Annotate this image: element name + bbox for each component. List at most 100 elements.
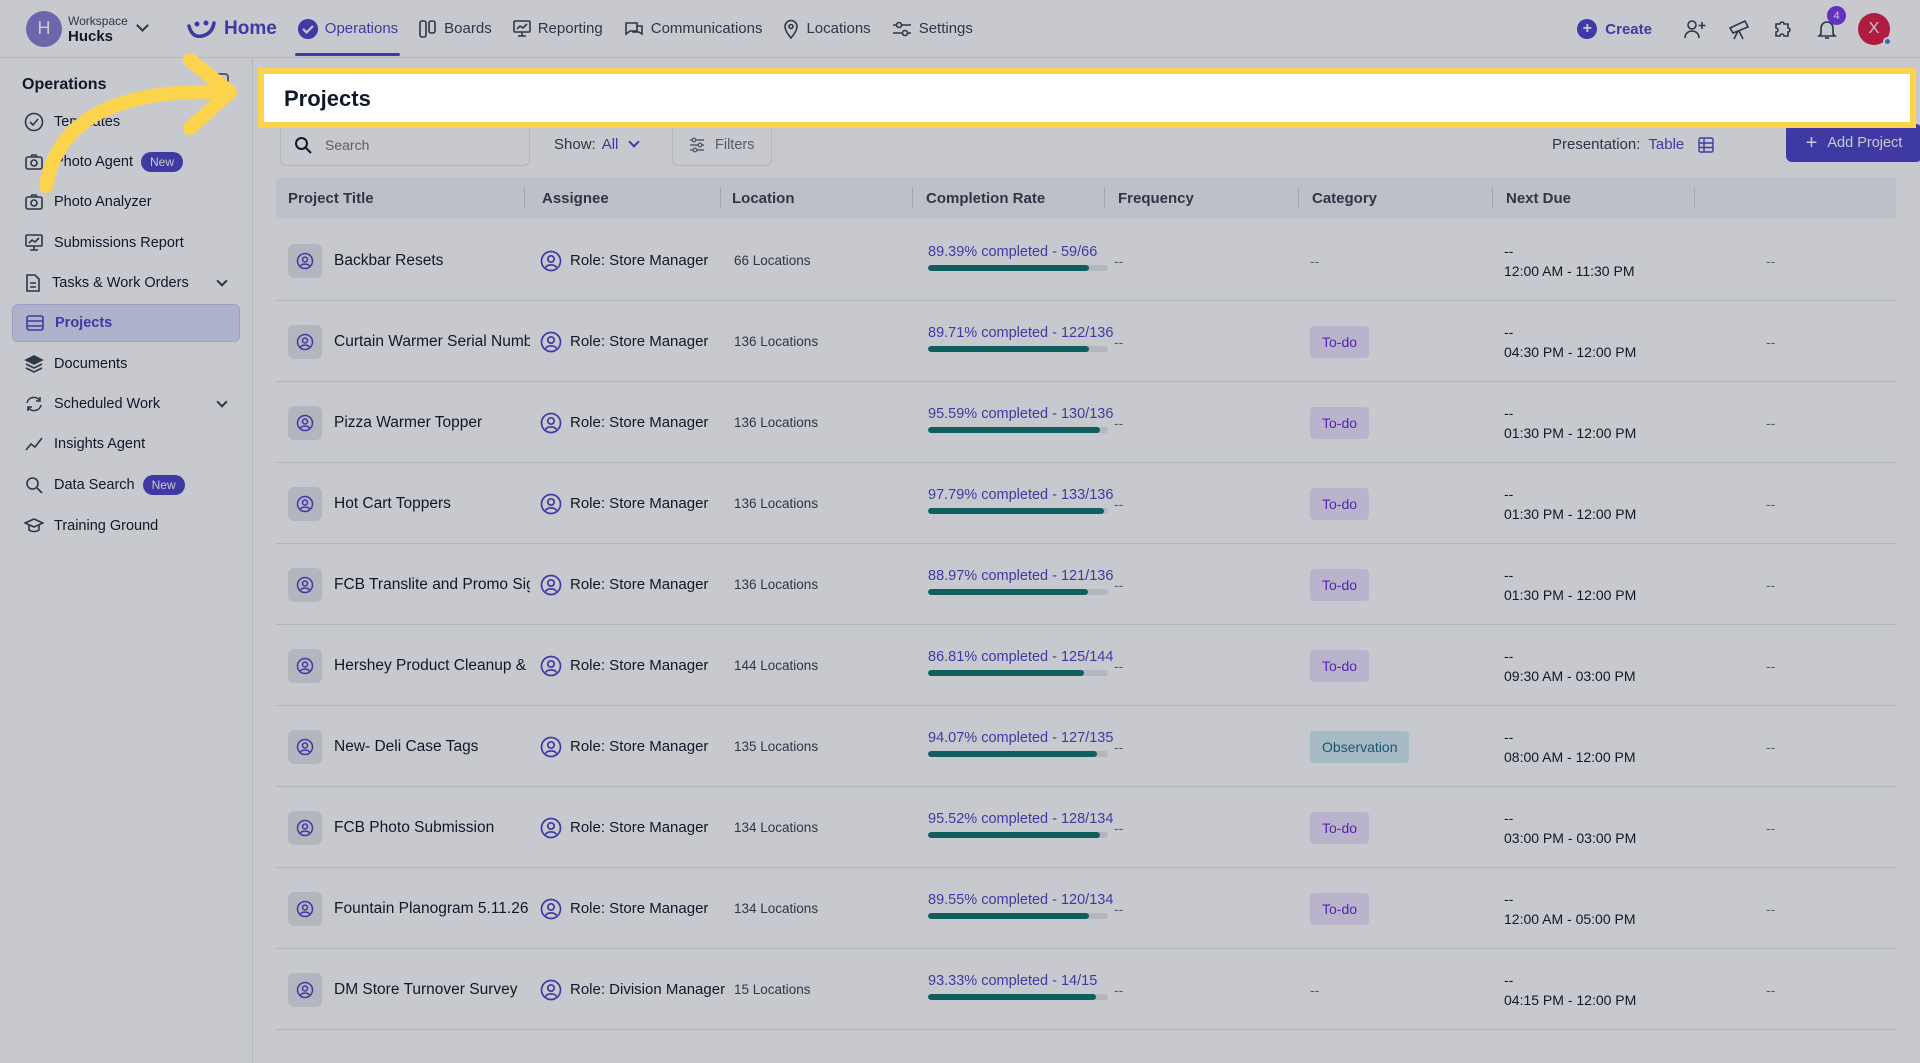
user-avatar[interactable]: X <box>1858 13 1892 46</box>
category-tag: To-do <box>1310 892 1370 925</box>
table-row[interactable]: Fountain Planogram 5.11.26 Role: Store Ma… <box>276 868 1896 949</box>
sidebar-item-training-ground[interactable]: Training Ground <box>12 507 240 545</box>
project-title: Pizza Warmer Topper <box>334 413 483 431</box>
create-button[interactable]: + Create <box>1577 19 1652 39</box>
assignee-cell: Role: Store Manager <box>540 463 708 544</box>
location-cell[interactable]: 136 Locations <box>734 463 818 544</box>
column-header-completion-rate[interactable]: Completion Rate <box>914 177 1104 219</box>
column-header-assignee[interactable]: Assignee <box>530 177 720 219</box>
table-row[interactable]: Pizza Warmer Topper Role: Store Manager 13… <box>276 382 1896 463</box>
category-tag: To-do <box>1310 487 1370 520</box>
location-cell[interactable]: 134 Locations <box>734 868 818 949</box>
completion-cell[interactable]: 89.71% completed - 122/136 <box>928 301 1113 382</box>
add-user-icon[interactable] <box>1682 16 1708 42</box>
location-cell[interactable]: 136 Locations <box>734 382 818 463</box>
top-navigation-bar: H Workspace Hucks Home Operations Boards… <box>0 0 1920 58</box>
extra-value: -- <box>1766 333 1776 350</box>
category-tag: To-do <box>1310 649 1370 682</box>
column-header-location[interactable]: Location <box>720 177 918 219</box>
project-title-cell[interactable]: Backbar Resets <box>288 220 530 301</box>
next-due-cell: -- 01:30 PM - 12:00 PM <box>1504 382 1636 463</box>
table-row[interactable]: Hershey Product Cleanup & Role: Store Man… <box>276 625 1896 706</box>
completion-cell[interactable]: 93.33% completed - 14/15 <box>928 949 1113 1030</box>
project-title-cell[interactable]: Pizza Warmer Topper <box>288 382 530 463</box>
project-title-cell[interactable]: Hot Cart Toppers <box>288 463 530 544</box>
completion-cell[interactable]: 95.59% completed - 130/136 <box>928 382 1113 463</box>
location-cell[interactable]: 144 Locations <box>734 625 818 706</box>
telescope-icon[interactable] <box>1726 16 1752 42</box>
project-title-cell[interactable]: Fountain Planogram 5.11.26 <box>288 868 530 949</box>
project-title-cell[interactable]: FCB Photo Submission <box>288 787 530 868</box>
completion-cell[interactable]: 89.55% completed - 120/134 <box>928 868 1113 949</box>
table-row[interactable]: FCB Photo Submission Role: Store Manager 1… <box>276 787 1896 868</box>
workspace-switcher[interactable]: H Workspace Hucks <box>26 10 156 47</box>
column-header-next-due[interactable]: Next Due <box>1494 177 1694 219</box>
assignee-text: Role: Store Manager <box>570 414 709 431</box>
nav-boards[interactable]: Boards <box>408 0 502 58</box>
nav-boards-label: Boards <box>444 20 492 37</box>
add-project-button[interactable]: + Add Project <box>1786 124 1920 162</box>
completion-cell[interactable]: 94.07% completed - 127/135 <box>928 706 1113 787</box>
location-cell[interactable]: 136 Locations <box>734 544 818 625</box>
frequency-value: -- <box>1114 900 1124 917</box>
nav-locations[interactable]: Locations <box>772 0 880 58</box>
sidebar-item-submissions-report[interactable]: Submissions Report <box>12 224 240 262</box>
sidebar-item-scheduled-work[interactable]: Scheduled Work <box>12 385 240 423</box>
plus-icon: + <box>1805 131 1818 154</box>
show-filter[interactable]: Show: All <box>554 136 641 153</box>
column-header-project-title[interactable]: Project Title <box>276 177 524 219</box>
frequency-cell: -- <box>1114 463 1123 544</box>
table-row[interactable]: New- Deli Case Tags Role: Store Manager 13… <box>276 706 1896 787</box>
workspace-name: Hucks <box>68 27 114 45</box>
sidebar-item-insights-agent[interactable]: Insights Agent <box>12 425 240 463</box>
completion-cell[interactable]: 97.79% completed - 133/136 <box>928 463 1113 544</box>
table-row[interactable]: Backbar Resets Role: Store Manager 66 Loca… <box>276 220 1896 301</box>
sidebar-item-tasks-work-orders[interactable]: Tasks & Work Orders <box>12 264 240 302</box>
sidebar-item-projects[interactable]: Projects <box>12 304 240 342</box>
table-row[interactable]: Curtain Warmer Serial Numb Role: Store Ma… <box>276 301 1896 382</box>
completion-cell[interactable]: 86.81% completed - 125/144 <box>928 625 1113 706</box>
location-cell[interactable]: 135 Locations <box>734 706 818 787</box>
project-title-cell[interactable]: Hershey Product Cleanup & <box>288 625 530 706</box>
completion-cell[interactable]: 89.39% completed - 59/66 <box>928 220 1113 301</box>
sidebar-item-data-search[interactable]: Data Search New <box>12 466 240 504</box>
location-cell[interactable]: 15 Locations <box>734 949 811 1030</box>
bell-icon[interactable]: 4 <box>1814 6 1846 42</box>
completion-progress-fill <box>928 589 1089 595</box>
filters-button[interactable]: Filters <box>672 124 772 166</box>
location-cell[interactable]: 136 Locations <box>734 301 818 382</box>
search-box[interactable] <box>280 124 530 166</box>
location-count: 136 Locations <box>734 577 819 592</box>
location-cell[interactable]: 134 Locations <box>734 787 818 868</box>
assignee-text: Role: Store Manager <box>570 333 709 350</box>
completion-cell[interactable]: 95.52% completed - 128/134 <box>928 787 1113 868</box>
user-circle-icon <box>540 655 562 676</box>
notification-count-badge: 4 <box>1827 6 1846 25</box>
table-row[interactable]: DM Store Turnover Survey Role: Division M… <box>276 949 1896 1030</box>
table-row[interactable]: FCB Translite and Promo Sig Role: Store M… <box>276 544 1896 625</box>
column-header-category[interactable]: Category <box>1300 177 1490 219</box>
project-title-cell[interactable]: Curtain Warmer Serial Numb <box>288 301 530 382</box>
sidebar-item-documents[interactable]: Documents <box>12 345 240 383</box>
next-due-date: -- <box>1504 809 1514 826</box>
nav-reporting[interactable]: Reporting <box>502 0 613 58</box>
presentation-toggle[interactable]: Presentation: Table <box>1552 136 1714 153</box>
search-input[interactable] <box>325 137 505 153</box>
project-icon <box>288 972 322 1007</box>
status-dot <box>1883 37 1892 46</box>
completion-cell[interactable]: 88.97% completed - 121/136 <box>928 544 1113 625</box>
project-title-cell[interactable]: New- Deli Case Tags <box>288 706 530 787</box>
location-cell[interactable]: 66 Locations <box>734 220 811 301</box>
completion-text: 89.39% completed - 59/66 <box>928 244 1098 260</box>
refresh-icon <box>26 396 42 412</box>
project-title-cell[interactable]: FCB Translite and Promo Sig <box>288 544 530 625</box>
location-count: 144 Locations <box>734 658 819 673</box>
project-title-cell[interactable]: DM Store Turnover Survey <box>288 949 530 1030</box>
column-header-frequency[interactable]: Frequency <box>1106 177 1296 219</box>
nav-settings[interactable]: Settings <box>881 0 983 58</box>
table-row[interactable]: Hot Cart Toppers Role: Store Manager 136 L… <box>276 463 1896 544</box>
settings-icon <box>892 21 911 36</box>
nav-operations[interactable]: Operations <box>287 0 408 58</box>
nav-communications[interactable]: Communications <box>613 0 773 58</box>
puzzle-icon[interactable] <box>1770 16 1796 42</box>
